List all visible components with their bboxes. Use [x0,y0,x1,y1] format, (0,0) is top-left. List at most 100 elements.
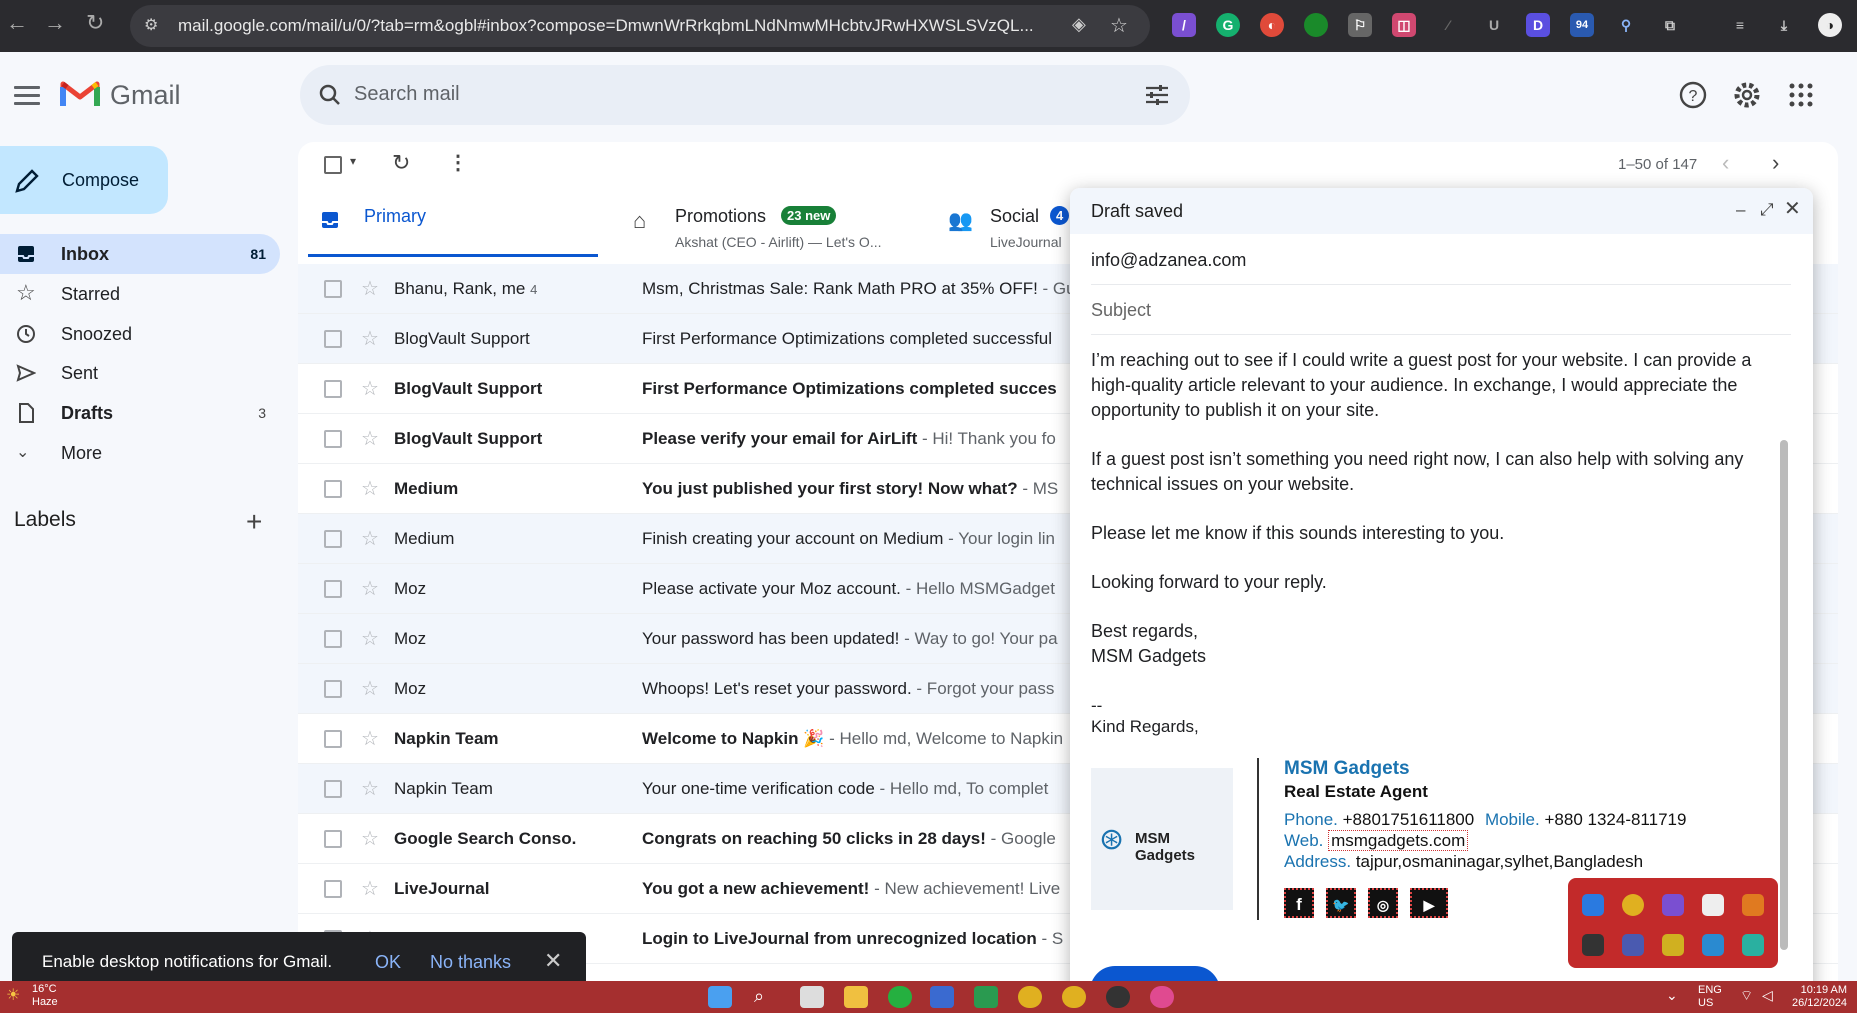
help-icon[interactable]: ? [1678,80,1708,110]
add-label-icon[interactable]: + [246,506,262,538]
instagram-icon[interactable]: ◎ [1368,888,1398,918]
row-checkbox[interactable] [324,330,342,348]
teams-icon[interactable] [1622,934,1644,956]
sidebar-item-sent[interactable]: Sent [0,353,280,393]
extension-icon[interactable]: ⚲ [1614,13,1638,37]
star-icon[interactable]: ☆ [361,826,379,851]
select-dropdown-icon[interactable]: ▾ [350,154,356,168]
twitter-icon[interactable]: 🐦 [1326,888,1356,918]
tray-app-icon[interactable] [1742,894,1764,916]
tray-app-icon[interactable] [1742,934,1764,956]
search-bar[interactable]: Search mail [300,65,1190,125]
tab-promotions[interactable]: ⌂ Promotions 23 new Akshat (CEO - Airlif… [633,192,903,257]
chrome-icon[interactable] [1062,986,1086,1008]
row-checkbox[interactable] [324,780,342,798]
message-body[interactable]: I’m reaching out to see if I could write… [1091,348,1781,737]
more-vertical-icon[interactable]: ⋮ [448,150,468,175]
extension-icon[interactable] [1304,13,1328,37]
compose-header[interactable]: Draft saved ‒ ⤢ ✕ [1070,188,1813,234]
search-options-icon[interactable] [1144,83,1170,107]
star-icon[interactable]: ☆ [361,326,379,351]
ok-button[interactable]: OK [375,952,401,973]
store-icon[interactable] [930,986,954,1008]
row-checkbox[interactable] [324,680,342,698]
tray-app-icon[interactable] [1662,934,1684,956]
app-icon[interactable] [1150,986,1174,1008]
sidebar-item-inbox[interactable]: Inbox 81 [0,234,280,274]
chrome-icon[interactable] [1018,986,1042,1008]
tray-app-icon[interactable] [1582,894,1604,916]
whatsapp-icon[interactable] [888,986,912,1008]
address-bar[interactable]: ⚙ mail.google.com/mail/u/0/?tab=rm&ogbl#… [130,5,1150,47]
star-icon[interactable]: ☆ [361,276,379,301]
extension-icon[interactable]: U [1482,13,1506,37]
star-icon[interactable]: ☆ [361,626,379,651]
media-player-icon[interactable] [1106,986,1130,1008]
tab-primary[interactable]: Primary [308,192,598,257]
row-checkbox[interactable] [324,730,342,748]
extension-icon[interactable]: D [1526,13,1550,37]
site-info-icon[interactable]: ⚙ [144,15,158,35]
select-all-checkbox[interactable] [324,156,342,174]
grammarly-icon[interactable]: G [1216,13,1240,37]
tab-search-icon[interactable]: ≡ [1728,13,1752,37]
clock[interactable]: 10:19 AM 26/12/2024 [1792,984,1847,1010]
star-icon[interactable]: ☆ [361,726,379,751]
row-checkbox[interactable] [324,380,342,398]
sidebar-item-starred[interactable]: ☆ Starred [0,274,280,314]
volume-icon[interactable]: ◁ [1762,987,1773,1004]
search-icon[interactable]: ⌕ [754,986,778,1008]
file-explorer-icon[interactable] [844,986,868,1008]
back-icon[interactable]: ← [6,10,28,36]
apps-grid-icon[interactable] [1786,80,1816,110]
task-view-icon[interactable] [800,986,824,1008]
row-checkbox[interactable] [324,530,342,548]
extensions-puzzle-icon[interactable]: ⧉ [1658,13,1682,37]
download-icon[interactable]: ⤓ [1772,13,1796,37]
sidebar-item-drafts[interactable]: Drafts 3 [0,393,280,433]
chevron-left-icon[interactable]: ‹ [1722,150,1729,176]
compose-scrollbar[interactable] [1780,440,1788,950]
tray-app-icon[interactable] [1662,894,1684,916]
profile-avatar-icon[interactable]: ◑ [1818,13,1842,37]
tray-app-icon[interactable] [1582,934,1604,956]
no-thanks-button[interactable]: No thanks [430,952,511,973]
bookmark-star-icon[interactable]: ☆ [1110,13,1128,38]
row-checkbox[interactable] [324,830,342,848]
star-icon[interactable]: ☆ [361,776,379,801]
main-menu-icon[interactable] [14,86,40,106]
row-checkbox[interactable] [324,430,342,448]
tray-app-icon[interactable] [1702,934,1724,956]
star-icon[interactable]: ☆ [361,526,379,551]
star-icon[interactable]: ☆ [361,576,379,601]
facebook-icon[interactable]: f [1284,888,1314,918]
extension-icon[interactable]: 94 [1570,13,1594,37]
star-icon[interactable]: ☆ [361,676,379,701]
reload-icon[interactable]: ↻ [86,10,104,36]
row-checkbox[interactable] [324,280,342,298]
web-link[interactable]: msmgadgets.com [1328,830,1469,851]
forward-icon[interactable]: → [44,10,66,36]
extension-icon[interactable]: ◐ [1260,13,1284,37]
sidebar-item-snoozed[interactable]: Snoozed [0,314,280,354]
search-input[interactable]: Search mail [354,83,460,106]
row-checkbox[interactable] [324,880,342,898]
drive-icon[interactable] [974,986,998,1008]
row-checkbox[interactable] [324,480,342,498]
compose-button[interactable]: Compose [0,146,168,214]
refresh-icon[interactable]: ↻ [392,150,410,176]
fullscreen-icon[interactable]: ⤢ [1760,200,1774,220]
star-icon[interactable]: ☆ [361,426,379,451]
youtube-icon[interactable]: ▶ [1410,888,1448,918]
star-icon[interactable]: ☆ [361,876,379,901]
sidebar-item-more[interactable]: ⌄ More [0,433,280,473]
close-icon[interactable]: ✕ [1784,196,1801,221]
chrome-icon[interactable] [1622,894,1644,916]
star-icon[interactable]: ☆ [361,476,379,501]
subject-field[interactable]: Subject [1091,300,1151,321]
start-icon[interactable] [708,986,732,1008]
minimize-icon[interactable]: ‒ [1736,200,1745,220]
recipient-chip[interactable]: info@adzanea.com [1091,250,1246,271]
install-icon[interactable]: ◈ [1072,14,1086,35]
weather-widget[interactable]: 16°C Haze [32,983,58,1009]
